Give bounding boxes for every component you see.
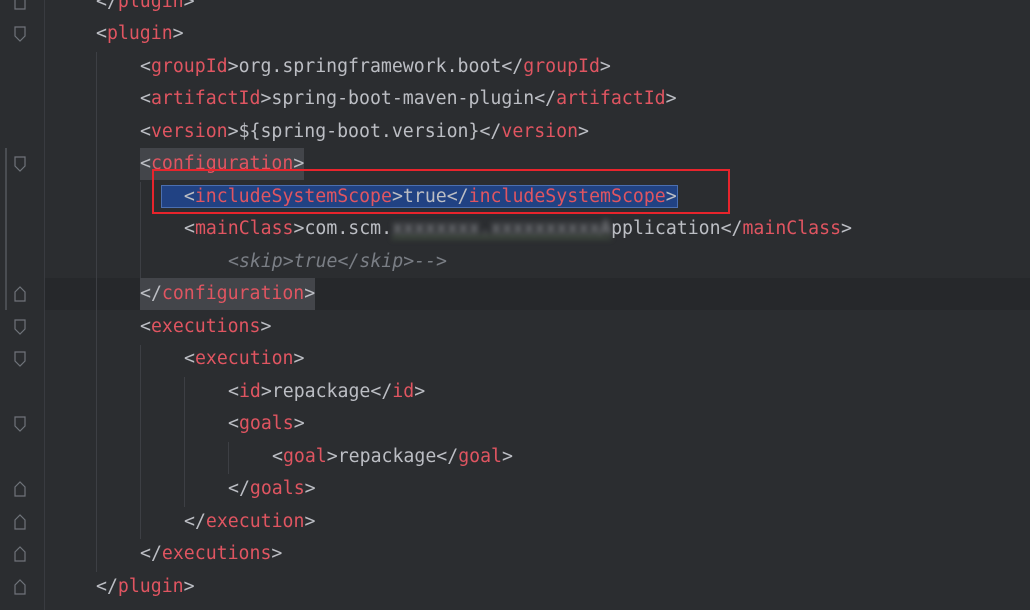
code-line[interactable]: </executions> bbox=[140, 538, 282, 570]
code-line-matched-tag[interactable]: </configuration> bbox=[140, 278, 316, 310]
tag-name: goal bbox=[458, 446, 502, 467]
tag-bracket: > bbox=[227, 121, 239, 142]
tag-value: ${spring-boot.version} bbox=[238, 121, 480, 142]
tag-bracket: < bbox=[184, 348, 195, 369]
tag-name: goal bbox=[282, 446, 327, 467]
tag-bracket: </ bbox=[534, 88, 557, 109]
tag-name: groupId bbox=[523, 56, 600, 77]
tag-name: execution bbox=[205, 511, 305, 532]
tag-name: artifactId bbox=[150, 88, 261, 109]
tag-bracket: </ bbox=[96, 0, 118, 12]
annotation-highlight-box bbox=[152, 169, 730, 214]
tag-bracket: </ bbox=[96, 576, 118, 597]
tag-name: executions bbox=[150, 316, 261, 337]
tag-bracket: > bbox=[665, 88, 677, 109]
code-line[interactable]: <executions> bbox=[140, 311, 271, 343]
tag-bracket: > bbox=[841, 218, 852, 239]
tag-bracket: < bbox=[228, 413, 239, 434]
tag-bracket: > bbox=[271, 543, 283, 564]
tag-value: repackage bbox=[271, 381, 371, 402]
code-line[interactable]: </plugin> bbox=[96, 571, 195, 603]
tag-name: plugin bbox=[117, 576, 184, 597]
tag-bracket: </ bbox=[184, 511, 206, 532]
tag-bracket: < bbox=[140, 153, 151, 174]
code-line[interactable]: <version>${spring-boot.version}</version… bbox=[140, 116, 589, 148]
code-line[interactable]: <id>repackage</id> bbox=[228, 376, 425, 408]
tag-bracket: > bbox=[183, 0, 195, 12]
tag-bracket: > bbox=[293, 218, 305, 239]
code-line[interactable]: <artifactId>spring-boot-maven-plugin</ar… bbox=[140, 83, 677, 115]
tag-bracket: > bbox=[172, 23, 184, 44]
tag-bracket: > bbox=[260, 381, 272, 402]
tag-bracket: </ bbox=[140, 283, 162, 304]
code-line[interactable]: <mainClass>com.scm.xxxxxxxx.xxxxxxxxxxAp… bbox=[184, 213, 852, 245]
code-line[interactable]: </plugin> bbox=[96, 0, 195, 18]
tag-bracket: </ bbox=[501, 56, 524, 77]
code-line[interactable]: <goal>repackage</goal> bbox=[272, 441, 513, 473]
tag-name: groupId bbox=[150, 56, 228, 77]
code-line[interactable]: </execution> bbox=[184, 506, 315, 538]
tag-name: version bbox=[150, 121, 228, 142]
redacted-text: xxxxxxxx.xxxxxxxxxxA bbox=[392, 218, 612, 239]
tag-value: repackage bbox=[337, 446, 437, 467]
tag-bracket: < bbox=[140, 316, 151, 337]
tag-name: goals bbox=[249, 478, 305, 499]
tag-bracket: > bbox=[260, 316, 272, 337]
tag-name: artifactId bbox=[556, 88, 666, 109]
code-line[interactable]: <goals> bbox=[228, 408, 305, 440]
tag-bracket: > bbox=[326, 446, 338, 467]
tag-bracket: </ bbox=[720, 218, 743, 239]
tag-bracket: > bbox=[578, 121, 589, 142]
tag-name: execution bbox=[194, 348, 294, 369]
tag-name: goals bbox=[238, 413, 294, 434]
tag-bracket: > bbox=[304, 283, 316, 304]
tag-value: com.scm. bbox=[304, 218, 393, 239]
tag-bracket: </ bbox=[228, 478, 250, 499]
tag-bracket: > bbox=[293, 348, 305, 369]
tag-bracket: </ bbox=[140, 543, 162, 564]
tag-bracket: < bbox=[272, 446, 283, 467]
tag-value: spring-boot-maven-plugin bbox=[271, 88, 535, 109]
code-line[interactable]: </goals> bbox=[228, 473, 316, 505]
tag-bracket: > bbox=[414, 381, 426, 402]
code-editor[interactable]: </plugin> <plugin> <groupId>org.springfr… bbox=[0, 0, 1030, 610]
code-line[interactable]: <execution> bbox=[184, 343, 304, 375]
tag-name: mainClass bbox=[742, 218, 842, 239]
tag-value: pplication bbox=[611, 218, 721, 239]
tag-bracket: > bbox=[502, 446, 513, 467]
code-line[interactable]: <plugin> bbox=[96, 18, 184, 50]
tag-bracket: < bbox=[96, 23, 107, 44]
tag-name: configuration bbox=[161, 283, 305, 304]
tag-name: id bbox=[392, 381, 415, 402]
tag-bracket: > bbox=[599, 56, 611, 77]
xml-comment: <skip>true</skip>--> bbox=[228, 251, 447, 272]
tag-value: org.springframework.boot bbox=[238, 56, 502, 77]
tag-name: plugin bbox=[117, 0, 184, 12]
tag-bracket: < bbox=[140, 121, 151, 142]
tag-bracket: > bbox=[260, 88, 272, 109]
tag-bracket: < bbox=[140, 88, 151, 109]
tag-name: version bbox=[501, 121, 579, 142]
tag-name: plugin bbox=[106, 23, 173, 44]
tag-name: mainClass bbox=[194, 218, 294, 239]
tag-bracket: </ bbox=[370, 381, 393, 402]
tag-bracket: </ bbox=[436, 446, 459, 467]
tag-bracket: > bbox=[293, 413, 305, 434]
tag-bracket: > bbox=[304, 478, 316, 499]
tag-bracket: </ bbox=[479, 121, 502, 142]
tag-name: id bbox=[238, 381, 261, 402]
code-line[interactable]: <groupId>org.springframework.boot</group… bbox=[140, 51, 611, 83]
tag-bracket: < bbox=[228, 381, 239, 402]
code-area[interactable]: </plugin> <plugin> <groupId>org.springfr… bbox=[0, 0, 1030, 610]
tag-bracket: < bbox=[184, 218, 195, 239]
tag-bracket: > bbox=[183, 576, 195, 597]
tag-bracket: > bbox=[304, 511, 316, 532]
tag-bracket: > bbox=[227, 56, 239, 77]
code-line[interactable]: <skip>true</skip>--> bbox=[228, 246, 447, 278]
tag-name: executions bbox=[161, 543, 272, 564]
tag-bracket: < bbox=[140, 56, 151, 77]
